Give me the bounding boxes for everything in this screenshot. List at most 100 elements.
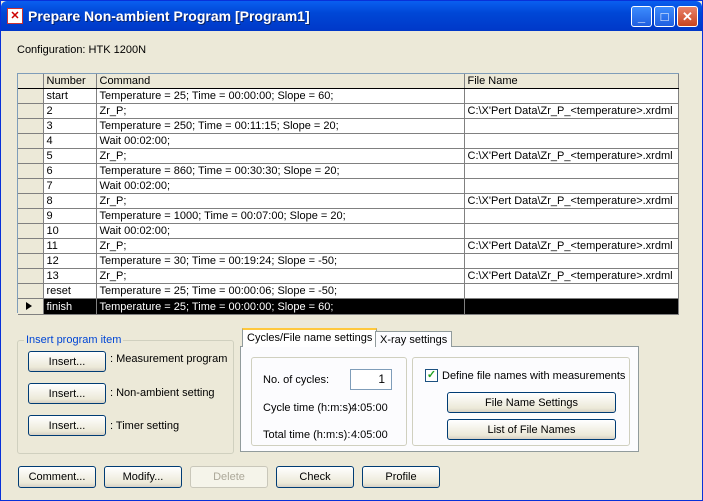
insert-group-legend: Insert program item	[26, 334, 122, 346]
insert-measurement-button[interactable]: Insert...	[28, 351, 106, 372]
cell-number: 9	[43, 208, 97, 224]
table-row[interactable]: 3 Temperature = 250; Time = 00:11:15; Slo…	[18, 118, 679, 134]
tab-xray-settings[interactable]: X-ray settings	[375, 331, 453, 347]
cell-number: 10	[43, 223, 97, 239]
tab-cycles-file-name-settings[interactable]: Cycles/File name settings	[242, 328, 378, 347]
cell-command: Zr_P;	[96, 103, 465, 119]
table-row-selected[interactable]: finish Temperature = 25; Time = 00:00:00;…	[18, 298, 679, 315]
delete-button[interactable]: Delete	[190, 466, 268, 488]
list-of-file-names-button[interactable]: List of File Names	[447, 419, 616, 440]
row-selector-header	[18, 74, 44, 89]
row-selector[interactable]	[18, 298, 44, 315]
comment-button[interactable]: Comment...	[18, 466, 96, 488]
row-selector[interactable]	[18, 268, 44, 284]
row-selector[interactable]	[18, 103, 44, 119]
cell-file-name	[464, 118, 679, 134]
maximize-button[interactable]: □	[654, 6, 675, 27]
close-button[interactable]: ✕	[677, 6, 698, 27]
cycles-label: No. of cycles:	[263, 374, 330, 386]
measurement-program-label: : Measurement program	[110, 353, 228, 365]
cell-command: Wait 00:02:00;	[96, 133, 465, 149]
table-row[interactable]: reset Temperature = 25; Time = 00:00:06; …	[18, 283, 679, 299]
cell-number: 6	[43, 163, 97, 179]
cell-file-name: C:\X'Pert Data\Zr_P_<temperature>.xrdml	[464, 193, 679, 209]
cell-command: Wait 00:02:00;	[96, 178, 465, 194]
table-row[interactable]: 10 Wait 00:02:00;	[18, 223, 679, 239]
row-selector[interactable]	[18, 283, 44, 299]
table-row[interactable]: 11 Zr_P; C:\X'Pert Data\Zr_P_<temperature>…	[18, 238, 679, 254]
cell-command: Temperature = 30; Time = 00:19:24; Slope…	[96, 253, 465, 269]
check-button[interactable]: Check	[276, 466, 354, 488]
modify-button[interactable]: Modify...	[104, 466, 182, 488]
table-row[interactable]: 8 Zr_P; C:\X'Pert Data\Zr_P_<temperature>.…	[18, 193, 679, 209]
cell-number: 5	[43, 148, 97, 164]
row-selector[interactable]	[18, 193, 44, 209]
row-selector[interactable]	[18, 238, 44, 254]
timer-setting-label: : Timer setting	[110, 420, 180, 432]
cell-file-name	[464, 163, 679, 179]
row-selector[interactable]	[18, 178, 44, 194]
cell-command: Temperature = 25; Time = 00:00:00; Slope…	[96, 88, 465, 104]
row-selector[interactable]	[18, 148, 44, 164]
total-time-value: 4:05:00	[351, 429, 388, 441]
cell-number: 13	[43, 268, 97, 284]
minimize-button[interactable]: _	[631, 6, 652, 27]
configuration-label: Configuration: HTK 1200N	[17, 44, 147, 56]
cell-number: finish	[43, 298, 97, 315]
table-row[interactable]: 7 Wait 00:02:00;	[18, 178, 679, 194]
cycles-input[interactable]: 1	[350, 369, 392, 390]
table-row[interactable]: 5 Zr_P; C:\X'Pert Data\Zr_P_<temperature>.…	[18, 148, 679, 164]
cell-file-name	[464, 298, 679, 315]
cell-file-name	[464, 208, 679, 224]
insert-non-ambient-button[interactable]: Insert...	[28, 383, 106, 404]
cell-number: 3	[43, 118, 97, 134]
table-row[interactable]: 4 Wait 00:02:00;	[18, 133, 679, 149]
cycle-time-label: Cycle time (h:m:s):	[263, 402, 355, 414]
non-ambient-setting-label: : Non-ambient setting	[110, 387, 215, 399]
row-selector[interactable]	[18, 163, 44, 179]
row-selector[interactable]	[18, 133, 44, 149]
table-row[interactable]: 2 Zr_P; C:\X'Pert Data\Zr_P_<temperature>.…	[18, 103, 679, 119]
cell-number: 12	[43, 253, 97, 269]
cell-file-name: C:\X'Pert Data\Zr_P_<temperature>.xrdml	[464, 103, 679, 119]
table-row[interactable]: 6 Temperature = 860; Time = 00:30:30; Slo…	[18, 163, 679, 179]
cell-number: reset	[43, 283, 97, 299]
program-table[interactable]: Number Command File Name start Temperatur…	[17, 73, 679, 315]
row-selector[interactable]	[18, 208, 44, 224]
app-icon: ✕	[7, 8, 23, 24]
cell-command: Zr_P;	[96, 148, 465, 164]
cell-file-name: C:\X'Pert Data\Zr_P_<temperature>.xrdml	[464, 268, 679, 284]
cell-number: 7	[43, 178, 97, 194]
cell-command: Zr_P;	[96, 268, 465, 284]
file-name-settings-button[interactable]: File Name Settings	[447, 392, 616, 413]
cell-file-name	[464, 223, 679, 239]
row-selector[interactable]	[18, 118, 44, 134]
table-row[interactable]: 13 Zr_P; C:\X'Pert Data\Zr_P_<temperature>…	[18, 268, 679, 284]
cell-command: Zr_P;	[96, 193, 465, 209]
cycle-time-value: 4:05:00	[351, 402, 388, 414]
total-time-label: Total time (h:m:s):	[263, 429, 351, 441]
title-bar[interactable]: ✕ Prepare Non-ambient Program [Program1]…	[1, 1, 702, 31]
table-row[interactable]: 9 Temperature = 1000; Time = 00:07:00; Sl…	[18, 208, 679, 224]
define-file-names-label: Define file names with measurements	[442, 370, 626, 382]
current-row-arrow-icon	[26, 302, 32, 310]
column-header-number[interactable]: Number	[43, 74, 97, 89]
define-file-names-checkbox[interactable]: ✓	[425, 369, 438, 382]
cell-command: Temperature = 25; Time = 00:00:00; Slope…	[96, 298, 465, 315]
profile-button[interactable]: Profile	[362, 466, 440, 488]
insert-timer-button[interactable]: Insert...	[28, 415, 106, 436]
cell-number: 2	[43, 103, 97, 119]
table-row[interactable]: 12 Temperature = 30; Time = 00:19:24; Slo…	[18, 253, 679, 269]
table-row[interactable]: start Temperature = 25; Time = 00:00:00; …	[18, 88, 679, 104]
cell-file-name: C:\X'Pert Data\Zr_P_<temperature>.xrdml	[464, 148, 679, 164]
row-selector[interactable]	[18, 223, 44, 239]
cell-file-name	[464, 253, 679, 269]
row-selector[interactable]	[18, 253, 44, 269]
row-selector[interactable]	[18, 88, 44, 104]
cell-file-name: C:\X'Pert Data\Zr_P_<temperature>.xrdml	[464, 238, 679, 254]
cell-file-name	[464, 133, 679, 149]
column-header-command[interactable]: Command	[96, 74, 465, 89]
cell-command: Temperature = 25; Time = 00:00:06; Slope…	[96, 283, 465, 299]
window-title: Prepare Non-ambient Program [Program1]	[28, 8, 310, 24]
column-header-file-name[interactable]: File Name	[464, 74, 679, 89]
